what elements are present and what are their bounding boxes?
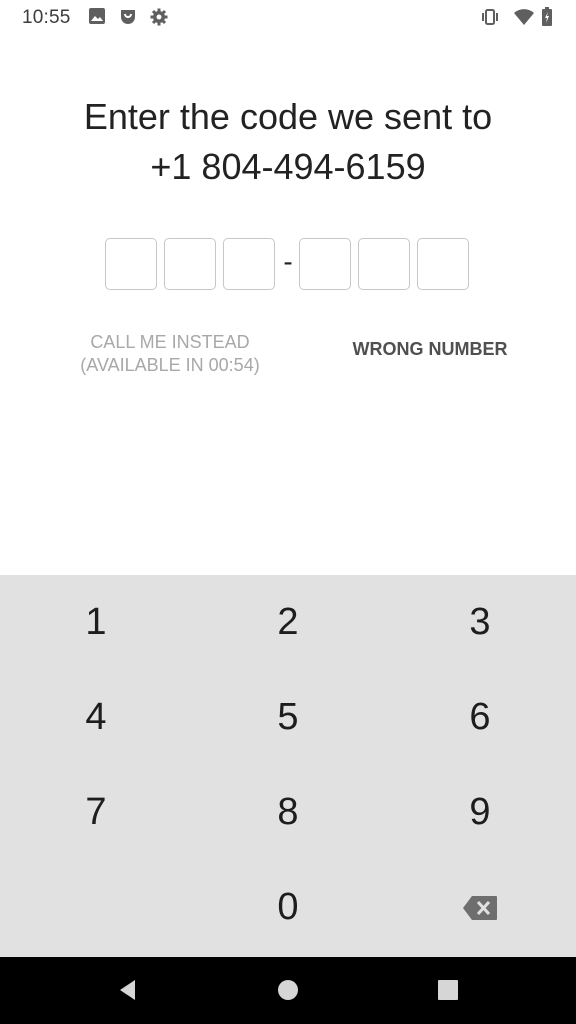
code-digit-4[interactable] (299, 238, 351, 290)
wrong-number-button[interactable]: WRONG NUMBER (340, 338, 520, 361)
backspace-icon (463, 895, 497, 920)
key-9[interactable]: 9 (384, 765, 576, 860)
key-7[interactable]: 7 (0, 765, 192, 860)
status-bar: 10:55 (0, 0, 576, 34)
recents-icon[interactable] (435, 977, 461, 1003)
code-digit-2[interactable] (164, 238, 216, 290)
battery-icon (541, 7, 561, 27)
back-icon[interactable] (115, 977, 141, 1003)
key-6[interactable]: 6 (384, 670, 576, 765)
code-digit-6[interactable] (417, 238, 469, 290)
page-title: Enter the code we sent to +1 804-494-615… (0, 92, 576, 192)
code-digit-3[interactable] (223, 238, 275, 290)
key-2[interactable]: 2 (192, 575, 384, 670)
code-digit-1[interactable] (105, 238, 157, 290)
key-0[interactable]: 0 (192, 860, 384, 955)
phone-number: +1 804-494-6159 (150, 146, 426, 187)
backspace-key[interactable] (384, 860, 576, 955)
code-separator: - (283, 246, 293, 277)
vibrate-icon (480, 7, 500, 27)
call-me-instead-button[interactable]: CALL ME INSTEAD (AVAILABLE IN 00:54) (60, 331, 280, 377)
title-line-1: Enter the code we sent to (83, 96, 493, 137)
image-icon (88, 7, 108, 27)
code-digit-5[interactable] (358, 238, 410, 290)
call-me-availability: (AVAILABLE IN 00:54) (80, 355, 260, 375)
settings-gear-icon (149, 7, 169, 27)
notification-app-icon (118, 7, 138, 27)
key-3[interactable]: 3 (384, 575, 576, 670)
key-5[interactable]: 5 (192, 670, 384, 765)
key-4[interactable]: 4 (0, 670, 192, 765)
call-me-label: CALL ME INSTEAD (90, 332, 250, 352)
key-1[interactable]: 1 (0, 575, 192, 670)
numeric-keypad: 1 2 3 4 5 6 7 8 9 0 (0, 575, 576, 957)
navigation-bar (0, 957, 576, 1024)
key-8[interactable]: 8 (192, 765, 384, 860)
home-icon[interactable] (275, 977, 301, 1003)
status-time: 10:55 (22, 7, 71, 28)
wifi-icon (513, 7, 534, 27)
